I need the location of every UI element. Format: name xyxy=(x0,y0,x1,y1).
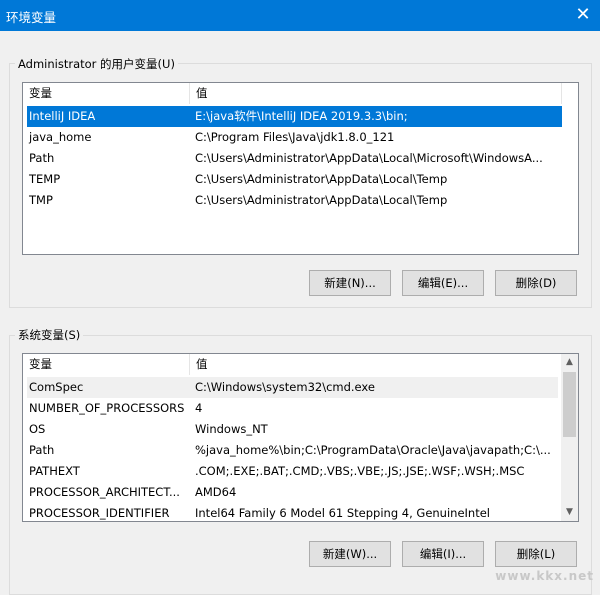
system-vars-legend: 系统变量(S) xyxy=(15,327,84,343)
variable-value: C:\Users\Administrator\AppData\Local\Tem… xyxy=(195,193,448,207)
table-row[interactable]: TMP C:\Users\Administrator\AppData\Local\… xyxy=(27,190,562,211)
user-vars-list[interactable]: 变量 值 IntelliJ IDEA E:\java软件\IntelliJ IDE… xyxy=(22,82,579,255)
table-row[interactable]: NUMBER_OF_PROCESSORS 4 xyxy=(27,398,558,419)
variable-value: C:\Users\Administrator\AppData\Local\Tem… xyxy=(195,172,448,186)
variable-name: java_home xyxy=(29,130,92,144)
table-row[interactable]: OS Windows_NT xyxy=(27,419,558,440)
watermark: www.kkx.net xyxy=(495,569,594,583)
table-row[interactable]: Path C:\Users\Administrator\AppData\Local… xyxy=(27,148,562,169)
variable-value: Windows_NT xyxy=(195,422,268,436)
column-header-variable[interactable]: 变量 xyxy=(23,83,190,104)
variable-name: TMP xyxy=(29,193,53,207)
table-row[interactable]: ComSpec C:\Windows\system32\cmd.exe xyxy=(27,377,558,398)
variable-name: TEMP xyxy=(29,172,61,186)
table-row[interactable]: Path %java_home%\bin;C:\ProgramData\Oracl… xyxy=(27,440,558,461)
variable-value: C:\Users\Administrator\AppData\Local\Mic… xyxy=(195,151,543,165)
close-icon[interactable]: ✕ xyxy=(570,2,596,28)
variable-name: Path xyxy=(29,151,55,165)
variable-value: %java_home%\bin;C:\ProgramData\Oracle\Ja… xyxy=(195,443,551,457)
user-vars-legend: Administrator 的用户变量(U) xyxy=(15,56,178,72)
variable-name: OS xyxy=(29,422,46,436)
user-delete-button[interactable]: 删除(D) xyxy=(495,270,577,296)
variable-value: 4 xyxy=(195,401,203,415)
variable-name: PROCESSOR_IDENTIFIER xyxy=(29,506,170,520)
variable-value: .COM;.EXE;.BAT;.CMD;.VBS;.VBE;.JS;.JSE;.… xyxy=(195,464,525,478)
scrollbar[interactable]: ▲ ▼ xyxy=(561,354,578,521)
variable-name: ComSpec xyxy=(29,380,84,394)
table-row[interactable]: PROCESSOR_IDENTIFIER Intel64 Family 6 Mod… xyxy=(27,503,558,521)
variable-name: IntelliJ IDEA xyxy=(29,109,96,123)
scroll-up-icon[interactable]: ▲ xyxy=(561,354,578,371)
variable-name: PATHEXT xyxy=(29,464,80,478)
variable-value: Intel64 Family 6 Model 61 Stepping 4, Ge… xyxy=(195,506,490,520)
variable-value: E:\java软件\IntelliJ IDEA 2019.3.3\bin; xyxy=(195,109,408,123)
system-delete-button[interactable]: 删除(L) xyxy=(495,541,577,567)
list-header: 变量 值 xyxy=(23,354,578,375)
column-header-value[interactable]: 值 xyxy=(190,83,562,104)
variable-value: AMD64 xyxy=(195,485,237,499)
system-vars-list[interactable]: 变量 值 ComSpec C:\Windows\system32\cmd.exe N… xyxy=(22,353,579,522)
column-header-variable[interactable]: 变量 xyxy=(23,354,190,375)
variable-name: PROCESSOR_ARCHITECT... xyxy=(29,485,180,499)
scrollbar-thumb[interactable] xyxy=(563,372,576,437)
table-row[interactable]: TEMP C:\Users\Administrator\AppData\Local… xyxy=(27,169,562,190)
title-bar: 环境变量 ✕ xyxy=(0,0,600,31)
user-edit-button[interactable]: 编辑(E)... xyxy=(402,270,484,296)
list-header: 变量 值 xyxy=(23,83,578,104)
scroll-down-icon[interactable]: ▼ xyxy=(561,504,578,521)
variable-value: C:\Windows\system32\cmd.exe xyxy=(195,380,375,394)
table-row[interactable]: IntelliJ IDEA E:\java软件\IntelliJ IDEA 201… xyxy=(27,106,562,127)
system-edit-button[interactable]: 编辑(I)... xyxy=(402,541,484,567)
user-new-button[interactable]: 新建(N)... xyxy=(309,270,391,296)
variable-value: C:\Program Files\Java\jdk1.8.0_121 xyxy=(195,130,395,144)
variable-name: NUMBER_OF_PROCESSORS xyxy=(29,401,185,415)
table-row[interactable]: PATHEXT .COM;.EXE;.BAT;.CMD;.VBS;.VBE;.JS… xyxy=(27,461,558,482)
variable-name: Path xyxy=(29,443,55,457)
column-header-value[interactable]: 值 xyxy=(190,354,562,375)
system-new-button[interactable]: 新建(W)... xyxy=(309,541,391,567)
table-row[interactable]: java_home C:\Program Files\Java\jdk1.8.0_… xyxy=(27,127,562,148)
window-title: 环境变量 xyxy=(6,10,57,25)
table-row[interactable]: PROCESSOR_ARCHITECT... AMD64 xyxy=(27,482,558,503)
